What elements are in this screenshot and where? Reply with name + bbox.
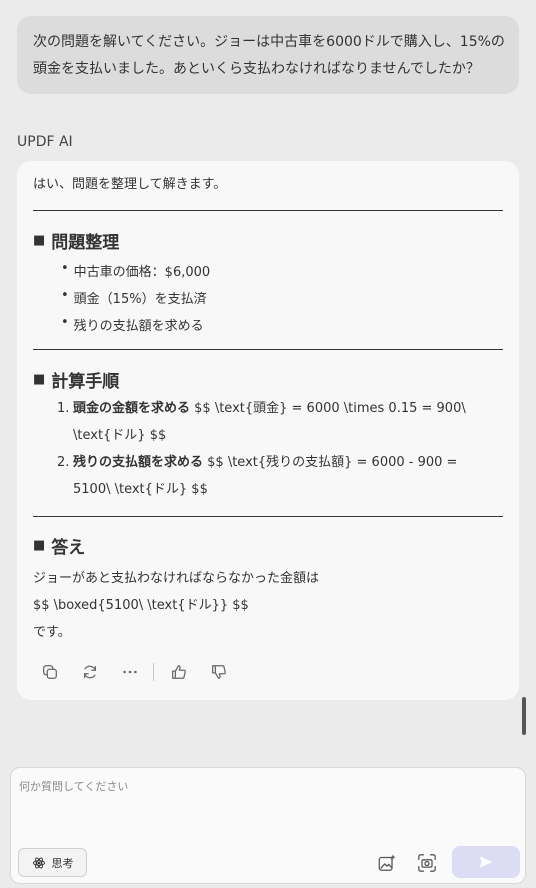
send-button[interactable] (452, 846, 520, 878)
assistant-response-card: はい、問題を整理して解きます。 ■ 問題整理 • 中古車の価格：$6,000 •… (17, 161, 519, 700)
think-label: 思考 (51, 856, 74, 870)
numbered-step: 2. 残りの支払額を求める $$ \text{残りの支払額} = 6000 - 9… (57, 449, 497, 503)
user-message-line: 頭金を支払いました。あといくら支払わなければなりませんでしたか？ (33, 61, 480, 77)
user-message-bubble: 次の問題を解いてください。ジョーは中古車を6000ドルで購入し、15%の 頭金を… (17, 16, 519, 94)
chat-input-box[interactable]: 何か質問してください 思考 (10, 767, 526, 884)
screenshot-button[interactable] (416, 852, 438, 874)
thumbs-down-button[interactable] (208, 661, 230, 683)
chat-input-placeholder[interactable]: 何か質問してください (19, 778, 128, 794)
thumbs-down-icon (212, 665, 226, 679)
answer-text: です。 (33, 625, 71, 640)
section-title: 答え (51, 538, 86, 558)
copy-button[interactable] (39, 661, 61, 683)
step-heading: 残りの支払額を求める (73, 455, 204, 470)
square-bullet-icon: ■ (33, 372, 46, 387)
action-separator (153, 663, 154, 681)
step-text: $$ \text{残りの支払額} = 6000 - 900 = (203, 455, 458, 470)
step-number: 1. (57, 401, 70, 416)
thumbs-up-icon (172, 665, 186, 679)
answer-text: ジョーがあと支払わなければならなかった金額は (33, 571, 320, 586)
image-generate-button[interactable] (376, 852, 398, 874)
bullet-dot-icon: • (61, 261, 69, 276)
list-item-text: 中古車の価格：$6,000 (73, 265, 211, 280)
divider (33, 516, 503, 517)
square-bullet-icon: ■ (33, 538, 46, 553)
numbered-step: 1. 頭金の金額を求める $$ \text{頭金} = 6000 \times 0… (57, 395, 497, 449)
divider (33, 210, 503, 211)
section-heading: ■ 答え (33, 533, 85, 558)
camera-capture-icon (418, 854, 436, 872)
bullet-dot-icon: • (61, 315, 69, 330)
image-sparkle-icon (378, 854, 396, 871)
step-number: 2. (57, 455, 70, 470)
section-title: 計算手順 (51, 372, 120, 392)
section-heading: ■ 計算手順 (33, 367, 119, 392)
step-heading: 頭金の金額を求める (73, 401, 191, 416)
send-icon (479, 856, 493, 868)
scrollbar-thumb[interactable] (522, 697, 526, 735)
think-toggle-button[interactable]: 思考 (18, 848, 87, 877)
assistant-name: UPDF AI (17, 134, 73, 150)
square-bullet-icon: ■ (33, 233, 46, 248)
step-text: 5100\ \text{ドル} $$ (73, 482, 208, 497)
step-text: \text{ドル} $$ (73, 428, 167, 443)
refresh-icon (83, 665, 97, 679)
more-options-button[interactable] (119, 661, 141, 683)
response-actions (39, 661, 248, 683)
list-item-text: 残りの支払額を求める (73, 319, 204, 334)
atom-icon (32, 857, 45, 868)
divider (33, 349, 503, 350)
response-intro: はい、問題を整理して解きます。 (33, 177, 227, 192)
more-horizontal-icon (123, 670, 137, 674)
list-item: • 残りの支払額を求める (61, 315, 204, 334)
bullet-dot-icon: • (61, 288, 69, 303)
list-item: • 中古車の価格：$6,000 (61, 261, 210, 280)
answer-formula: $$ \boxed{5100\ \text{ドル}} $$ (33, 598, 249, 613)
user-message-line: 次の問題を解いてください。ジョーは中古車を6000ドルで購入し、15%の (33, 34, 505, 50)
copy-icon (43, 665, 57, 679)
regenerate-button[interactable] (79, 661, 101, 683)
section-heading: ■ 問題整理 (33, 228, 119, 253)
thumbs-up-button[interactable] (168, 661, 190, 683)
step-text: $$ \text{頭金} = 6000 \times 0.15 = 900\ (190, 401, 466, 416)
section-title: 問題整理 (51, 233, 120, 253)
list-item-text: 頭金（15%）を支払済 (73, 292, 207, 307)
list-item: • 頭金（15%）を支払済 (61, 288, 207, 307)
